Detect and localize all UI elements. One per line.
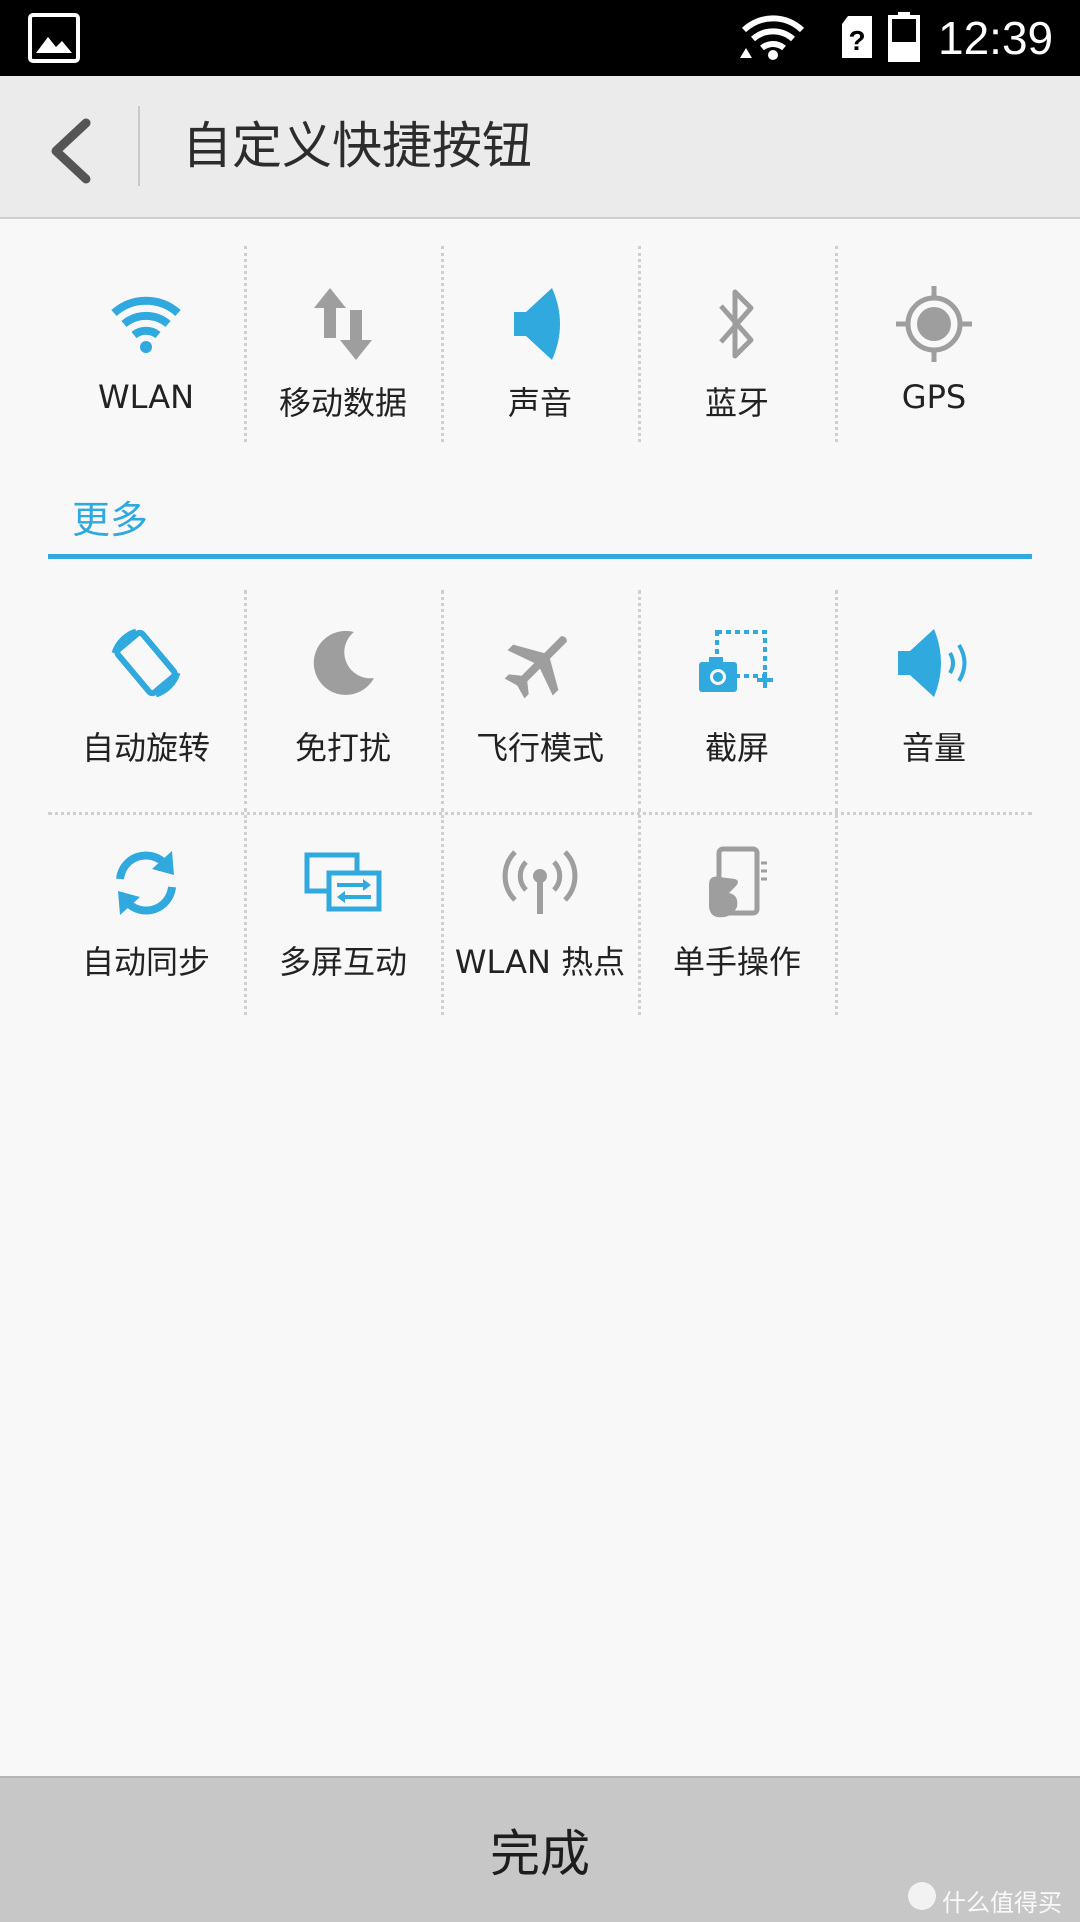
tile-label: 声音 bbox=[507, 384, 572, 422]
sound-icon bbox=[514, 288, 560, 360]
tile-mobile-data[interactable]: 移动数据 bbox=[245, 240, 441, 440]
mobile-data-icon bbox=[314, 288, 372, 360]
tile-label: 免打扰 bbox=[294, 729, 391, 767]
sync-icon bbox=[116, 851, 176, 915]
tile-label: 单手操作 bbox=[672, 943, 801, 981]
battery-icon bbox=[888, 12, 920, 62]
chevron-left-icon bbox=[51, 118, 91, 184]
header-divider bbox=[138, 106, 140, 186]
tile-label: 多屏互动 bbox=[278, 943, 407, 981]
more-section-title: 更多 bbox=[72, 498, 149, 542]
grid-divider bbox=[835, 815, 838, 1015]
app-header: 自定义快捷按钮 bbox=[0, 76, 1080, 219]
tile-bluetooth[interactable]: 蓝牙 bbox=[639, 240, 835, 440]
screenshot-icon bbox=[699, 630, 773, 692]
tile-label: 飞行模式 bbox=[475, 729, 604, 767]
auto-rotate-icon bbox=[111, 628, 181, 698]
tile-do-not-disturb[interactable]: 免打扰 bbox=[245, 585, 441, 811]
wifi-icon bbox=[111, 296, 181, 353]
more-shortcuts-grid: 自动旋转 免打扰 飞行模式 截屏 音量 自动同步 多屏互动 WLAN 热点 单手… bbox=[48, 585, 1032, 1035]
moon-icon bbox=[313, 630, 374, 695]
tile-label: 自动同步 bbox=[81, 943, 210, 981]
gallery-notification-icon bbox=[28, 13, 80, 63]
tile-label: WLAN 热点 bbox=[454, 943, 626, 981]
tile-label: 截屏 bbox=[704, 729, 769, 767]
tile-volume[interactable]: 音量 bbox=[836, 585, 1032, 811]
multi-screen-icon bbox=[304, 852, 382, 912]
tile-label: 自动旋转 bbox=[81, 729, 210, 767]
more-section-underline bbox=[48, 554, 1032, 559]
tile-gps[interactable]: GPS bbox=[836, 240, 1032, 440]
status-time: 12:39 bbox=[938, 12, 1054, 64]
wifi-signal-icon bbox=[740, 15, 805, 60]
no-sim-icon: ? bbox=[842, 16, 872, 58]
airplane-icon bbox=[504, 636, 567, 699]
page-title: 自定义快捷按钮 bbox=[182, 117, 532, 175]
watermark-logo-icon bbox=[908, 1882, 936, 1910]
tile-label: GPS bbox=[901, 378, 967, 416]
tile-sound[interactable]: 声音 bbox=[442, 240, 638, 440]
bluetooth-icon bbox=[719, 289, 754, 359]
svg-text:?: ? bbox=[848, 25, 865, 56]
tile-wlan[interactable]: WLAN bbox=[48, 240, 244, 440]
tile-label: WLAN bbox=[97, 378, 195, 416]
tile-wlan-hotspot[interactable]: WLAN 热点 bbox=[442, 815, 638, 1015]
tile-label: 移动数据 bbox=[278, 384, 407, 422]
tile-one-hand[interactable]: 单手操作 bbox=[639, 815, 835, 1015]
active-shortcuts-grid: WLAN 移动数据 声音 蓝牙 GPS bbox=[48, 240, 1032, 442]
tile-airplane-mode[interactable]: 飞行模式 bbox=[442, 585, 638, 811]
tile-auto-rotate[interactable]: 自动旋转 bbox=[48, 585, 244, 811]
tile-label: 音量 bbox=[901, 729, 966, 767]
back-button[interactable] bbox=[38, 109, 108, 189]
tile-label: 蓝牙 bbox=[704, 384, 769, 422]
one-hand-icon bbox=[709, 846, 767, 918]
tile-auto-sync[interactable]: 自动同步 bbox=[48, 815, 244, 1015]
watermark: 什么值得买 bbox=[942, 1889, 1062, 1917]
tile-multi-screen[interactable]: 多屏互动 bbox=[245, 815, 441, 1015]
gps-icon bbox=[896, 286, 972, 362]
volume-icon bbox=[898, 629, 967, 697]
status-bar: ? 12:39 bbox=[0, 0, 1080, 76]
hotspot-icon bbox=[502, 850, 578, 914]
tile-screenshot[interactable]: 截屏 bbox=[639, 585, 835, 811]
